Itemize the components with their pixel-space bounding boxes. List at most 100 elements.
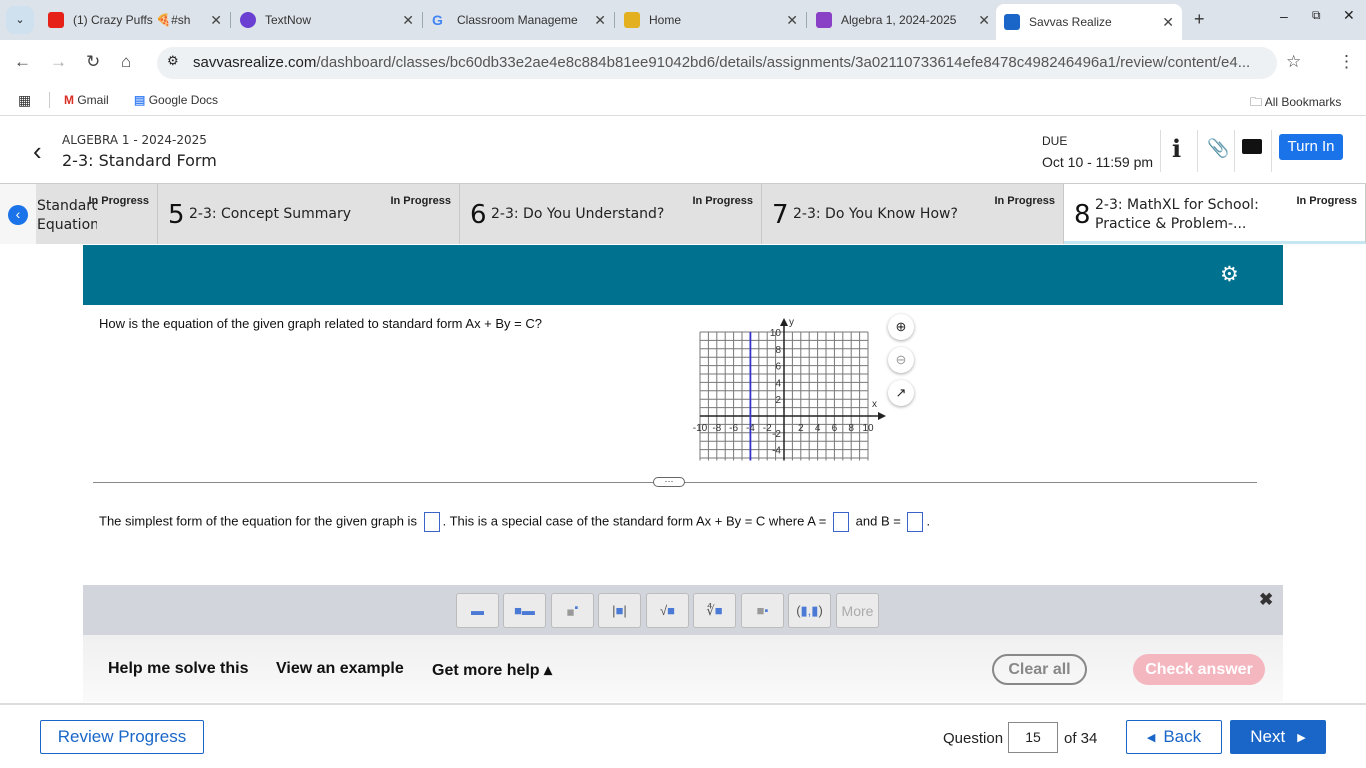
x-tick-label: -6: [729, 423, 738, 434]
y-tick-label: 8: [775, 345, 781, 356]
subscript-button[interactable]: ■ ▪: [741, 593, 784, 628]
content-tab[interactable]: 7 2-3: Do You Know How? In Progress: [762, 184, 1064, 244]
footer-nav: Review Progress Question 15 of 34 ◀ Back …: [0, 703, 1366, 768]
reload-icon[interactable]: ↻: [86, 52, 100, 72]
back-button[interactable]: ◀ Back: [1126, 720, 1222, 754]
browser-tab[interactable]: Home ✕: [616, 6, 806, 34]
back-chevron-icon[interactable]: ‹: [33, 136, 42, 167]
savvas-icon: [1004, 14, 1020, 30]
equation-answer-input[interactable]: [423, 512, 440, 532]
close-icon[interactable]: ✕: [402, 12, 414, 29]
browser-tab[interactable]: (1) Crazy Puffs 🍕#sh ✕: [40, 6, 230, 34]
get-more-help-link[interactable]: Get more help ▴: [432, 660, 552, 680]
bookmark-gmail[interactable]: M Gmail: [64, 93, 109, 107]
site-settings-icon[interactable]: ⚙: [167, 53, 179, 69]
square-root-button[interactable]: √ ■: [646, 593, 689, 628]
menu-icon[interactable]: ⋮: [1338, 52, 1355, 72]
content-tab[interactable]: 5 2-3: Concept Summary In Progress: [158, 184, 460, 244]
y-axis-label: y: [789, 317, 794, 328]
y-tick-label: 10: [770, 328, 782, 339]
y-axis-arrow: [780, 318, 788, 326]
nth-root-button[interactable]: ∜ ■: [693, 593, 736, 628]
content-tab[interactable]: ‹ Standard Equation... In Progress: [0, 184, 158, 244]
back-arrow-icon[interactable]: ←: [14, 52, 31, 72]
youtube-icon: [48, 12, 64, 28]
x-tick-label: 10: [862, 423, 874, 434]
restore-button[interactable]: ⧉: [1312, 8, 1321, 23]
tab-search-button[interactable]: ⌄: [6, 6, 34, 34]
bookmarks-bar: ▦ M Gmail ▤ Google Docs 🗀 All Bookmarks: [0, 84, 1366, 116]
review-progress-button[interactable]: Review Progress: [40, 720, 204, 754]
content-tab[interactable]: 6 2-3: Do You Understand? In Progress: [460, 184, 762, 244]
close-window-button[interactable]: ✕: [1343, 7, 1355, 24]
course-name: ALGEBRA 1 - 2024-2025: [62, 133, 207, 147]
x-tick-label: 2: [798, 423, 804, 434]
exponent-button[interactable]: ■▪: [551, 593, 594, 628]
next-button[interactable]: Next ▶: [1230, 720, 1326, 754]
x-tick-label: 4: [815, 423, 821, 434]
paperclip-icon[interactable]: 📎: [1207, 138, 1229, 159]
x-tick-label: -10: [693, 423, 708, 434]
close-icon[interactable]: ✕: [786, 12, 798, 29]
question-header-bar: ⚙: [83, 245, 1283, 305]
b-answer-input[interactable]: [907, 512, 924, 532]
math-toolbar: ▬ ■▬ ■▪ | ■ | √ ■ ∜ ■ ■ ▪ (▮,▮) More ✖: [83, 585, 1283, 635]
more-button[interactable]: More: [836, 593, 879, 628]
x-axis-arrow: [878, 412, 886, 420]
bookmark-google-docs[interactable]: ▤ Google Docs: [134, 93, 218, 107]
a-answer-input[interactable]: [833, 512, 850, 532]
resize-handle[interactable]: ···: [653, 477, 685, 487]
due-label: DUE: [1042, 134, 1068, 148]
ordered-pair-button[interactable]: (▮,▮): [788, 593, 831, 628]
url-field[interactable]: ⚙ savvasrealize.com/dashboard/classes/bc6…: [157, 47, 1277, 79]
coordinate-graph: -10 -8 -6 -4 -2 2 4 6 8 10108642-2-4xy: [693, 317, 886, 461]
turn-in-button[interactable]: Turn In: [1279, 134, 1343, 160]
absolute-value-button[interactable]: | ■ |: [598, 593, 641, 628]
mixed-number-button[interactable]: ■▬: [503, 593, 546, 628]
back-triangle-icon: ◀: [1146, 731, 1156, 744]
browser-tab[interactable]: Algebra 1, 2024-2025 ✕: [808, 6, 998, 34]
info-icon[interactable]: i: [1172, 134, 1181, 163]
forward-arrow-icon[interactable]: →: [50, 52, 67, 72]
fraction-button[interactable]: ▬: [456, 593, 499, 628]
textnow-icon: [240, 12, 256, 28]
clear-all-button[interactable]: Clear all: [992, 654, 1087, 685]
help-me-solve-link[interactable]: Help me solve this: [108, 660, 249, 678]
google-icon: G: [432, 12, 443, 28]
question-total: of 34: [1064, 730, 1098, 747]
x-tick-label: -4: [746, 423, 755, 434]
x-tick-label: -8: [712, 423, 721, 434]
home-icon[interactable]: ⌂: [121, 52, 131, 72]
pop-out-icon[interactable]: ↗: [888, 380, 914, 406]
x-tick-label: -2: [763, 423, 772, 434]
star-icon[interactable]: ☆: [1286, 52, 1301, 72]
check-answer-button[interactable]: Check answer: [1133, 654, 1265, 685]
close-icon[interactable]: ✕: [594, 12, 606, 29]
apps-grid-icon[interactable]: ▦: [18, 92, 31, 109]
question-number-input[interactable]: 15: [1008, 722, 1058, 753]
x-tick-label: 8: [848, 423, 854, 434]
question-label: Question: [943, 730, 1004, 747]
all-bookmarks[interactable]: 🗀 All Bookmarks: [1250, 93, 1341, 114]
classroom-icon: [624, 12, 640, 28]
close-toolbar-icon[interactable]: ✖: [1259, 590, 1273, 610]
view-example-link[interactable]: View an example: [276, 660, 404, 678]
zoom-out-icon[interactable]: ⊖: [888, 347, 914, 373]
due-date: Oct 10 - 11:59 pm: [1042, 154, 1154, 170]
close-icon[interactable]: ✕: [978, 12, 990, 29]
browser-tab[interactable]: G Classroom Manageme ✕: [424, 6, 614, 34]
settings-gear-icon[interactable]: ⚙: [1220, 262, 1239, 287]
zoom-in-icon[interactable]: ⊕: [888, 314, 914, 340]
x-axis-label: x: [872, 399, 877, 410]
comment-icon[interactable]: [1242, 139, 1262, 154]
minimize-button[interactable]: –: [1280, 8, 1288, 24]
scroll-left-icon[interactable]: ‹: [8, 205, 28, 225]
classroom-icon: [816, 12, 832, 28]
new-tab-button[interactable]: +: [1194, 9, 1205, 30]
browser-tab-active[interactable]: Savvas Realize ✕: [996, 4, 1182, 40]
browser-tab[interactable]: TextNow ✕: [232, 6, 422, 34]
help-bar: Help me solve this View an example Get m…: [83, 635, 1283, 702]
content-tab-active[interactable]: 8 2-3: MathXL for School: Practice & Prob…: [1064, 184, 1366, 244]
close-icon[interactable]: ✕: [1162, 14, 1174, 31]
close-icon[interactable]: ✕: [210, 12, 222, 29]
